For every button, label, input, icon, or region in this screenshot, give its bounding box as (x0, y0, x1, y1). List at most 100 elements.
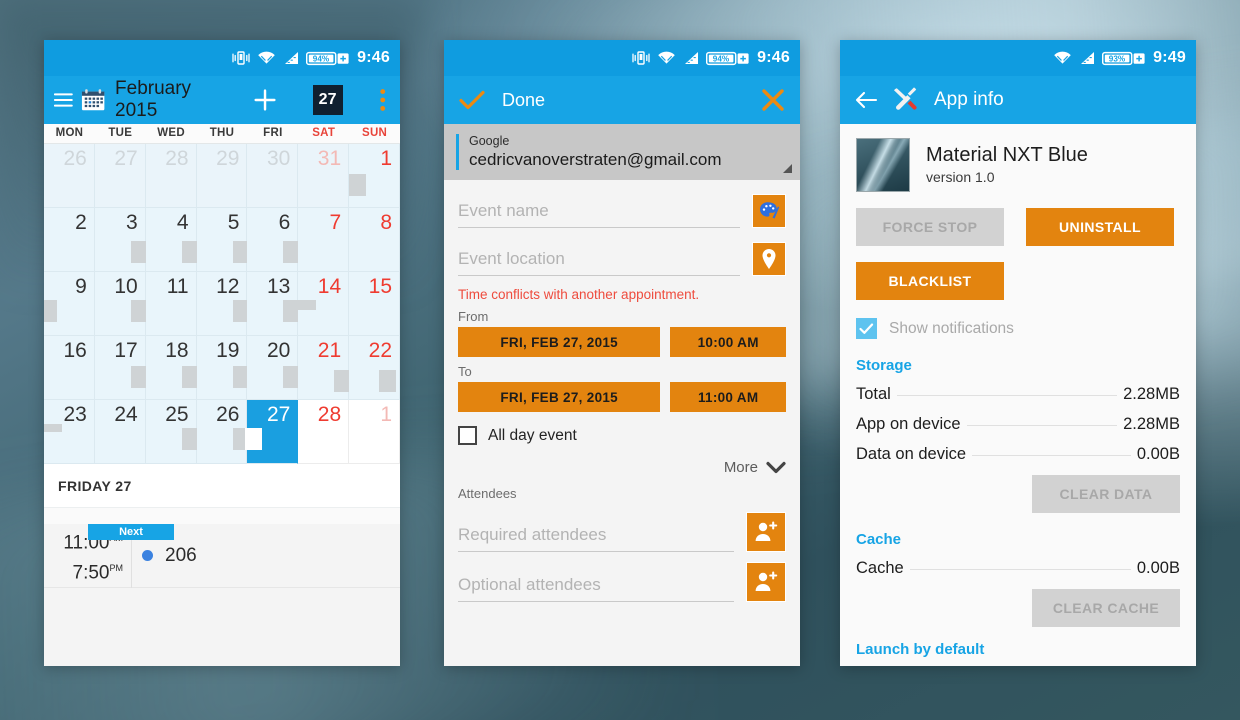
calendar-week-row: 23 24 25 26 27 28 1 (44, 400, 400, 464)
calendar-day-cell[interactable]: 1 (349, 400, 400, 464)
app-meta: Material NXT Blue version 1.0 (926, 143, 1088, 187)
calendar-day-number: 28 (317, 403, 342, 426)
calendar-day-cell[interactable]: 6 (247, 208, 301, 272)
calendar-day-cell[interactable]: 26 (44, 144, 95, 208)
calendar-day-cell[interactable]: 2 (44, 208, 95, 272)
add-required-attendee-button[interactable] (746, 512, 786, 552)
uninstall-button[interactable]: UNINSTALL (1026, 208, 1174, 246)
calendar-day-cell[interactable]: 11 (145, 272, 197, 336)
from-date-button[interactable]: FRI, FEB 27, 2015 (458, 327, 661, 357)
calendar-day-cell[interactable]: 25 (145, 400, 199, 464)
calendar-week-row: 9 10 11 12 13 14 15 (44, 272, 400, 336)
to-row: FRI, FEB 27, 2015 11:00 AM (458, 382, 786, 412)
calendar-day-cell[interactable]: 28 (298, 400, 350, 464)
calendar-day-number: 5 (227, 211, 240, 234)
status-clock: 9:46 (357, 49, 390, 66)
calendar-day-number: 21 (317, 339, 342, 362)
calendar-day-cell[interactable]: 18 (145, 336, 199, 400)
event-name-input[interactable]: Event name (458, 201, 740, 228)
to-date-button[interactable]: FRI, FEB 27, 2015 (458, 382, 661, 412)
calendar-day-number: 11 (166, 275, 189, 298)
weekday-sun: SUN (361, 127, 388, 139)
calendar-week-row: 26 27 28 29 30 31 1 (44, 144, 400, 208)
calendar-day-cell[interactable]: 26 (196, 400, 250, 464)
calendar-day-cell[interactable]: 16 (44, 336, 95, 400)
arrow-back-icon[interactable] (854, 90, 878, 110)
force-stop-button[interactable]: FORCE STOP (856, 208, 1004, 246)
weekday-header-row: MON TUE WED THU FRI SAT SUN (44, 124, 400, 144)
calendar-day-cell[interactable]: 7 (298, 208, 350, 272)
calendar-day-cell[interactable]: 22 (349, 336, 400, 400)
clear-data-button[interactable]: CLEAR DATA (1032, 475, 1180, 513)
calendar-day-number: 1 (380, 147, 393, 170)
calendar-day-cell[interactable]: 20 (247, 336, 301, 400)
calendar-day-cell[interactable]: 17 (94, 336, 148, 400)
account-selector[interactable]: Google cedricvanoverstraten@gmail.com (444, 124, 800, 180)
clear-cache-button[interactable]: CLEAR CACHE (1032, 589, 1180, 627)
calendar-day-cell[interactable]: 5 (196, 208, 250, 272)
blacklist-button[interactable]: BLACKLIST (856, 262, 1004, 300)
calendar-day-cell[interactable]: 14 (292, 272, 350, 336)
day-event-marker (44, 424, 62, 432)
calendar-day-cell[interactable]: 10 (94, 272, 148, 336)
cache-rows: Cache 0.00B (856, 548, 1180, 578)
today-badge[interactable]: 27 (312, 85, 343, 115)
calendar-day-cell[interactable]: 28 (145, 144, 197, 208)
info-row-rule (909, 569, 1131, 570)
color-palette-button[interactable] (752, 194, 786, 228)
from-time-button[interactable]: 10:00 AM (670, 327, 786, 357)
app-info-body: Material NXT Blue version 1.0 FORCE STOP… (840, 124, 1196, 666)
all-day-checkbox[interactable] (458, 426, 477, 445)
calendar-day-number: 26 (216, 403, 240, 426)
signal-icon (285, 52, 299, 64)
required-attendees-input[interactable]: Required attendees (458, 525, 734, 552)
optional-attendees-input[interactable]: Optional attendees (458, 575, 734, 602)
calendar-day-number: 26 (63, 147, 87, 170)
calendar-day-cell[interactable]: 12 (196, 272, 250, 336)
status-bar: 93% 9:49 (840, 40, 1196, 76)
hamburger-icon[interactable] (54, 92, 73, 108)
calendar-day-cell[interactable]: 30 (247, 144, 299, 208)
calendar-day-cell[interactable]: 27 (94, 144, 146, 208)
calendar-day-cell[interactable]: 21 (298, 336, 352, 400)
calendar-icon[interactable] (81, 88, 105, 112)
chevron-down-icon (766, 461, 786, 474)
calendar-day-cell[interactable]: 4 (145, 208, 199, 272)
battery-percent-label: 94% (713, 54, 730, 63)
calendar-day-cell[interactable]: 27 (245, 400, 299, 464)
calendar-week-row: 16 17 18 19 20 21 22 (44, 336, 400, 400)
calendar-month-grid[interactable]: 26 27 28 29 30 31 1 2 3 4 5 6 7 8 9 10 11 12 13 14 15 16 17 18 1… (44, 144, 400, 464)
plus-icon[interactable] (251, 85, 279, 115)
calendar-day-cell[interactable]: 19 (196, 336, 250, 400)
overflow-menu-icon[interactable] (379, 86, 386, 114)
calendar-day-cell[interactable]: 29 (196, 144, 248, 208)
calendar-day-cell[interactable]: 8 (349, 208, 400, 272)
calendar-day-cell[interactable]: 3 (94, 208, 148, 272)
calendar-day-cell[interactable]: 15 (349, 272, 400, 336)
launch-by-default-header[interactable]: Launch by default (856, 627, 1180, 658)
checkbox-checked-icon[interactable] (856, 318, 877, 339)
phone-calendar: 94% 9:46 February 2015 27 MON TUE WED THU FR… (44, 40, 400, 666)
add-optional-attendee-button[interactable] (746, 562, 786, 602)
calendar-day-number: 6 (278, 211, 291, 234)
event-location-row: Event location (458, 228, 786, 276)
calendar-day-cell[interactable]: 23 (44, 400, 95, 464)
more-toggle[interactable]: More (458, 445, 786, 476)
done-button-label[interactable]: Done (502, 90, 545, 111)
dropdown-caret-icon[interactable] (783, 164, 792, 173)
to-time-button[interactable]: 11:00 AM (670, 382, 786, 412)
calendar-day-number: 27 (266, 403, 291, 426)
all-day-row[interactable]: All day event (458, 412, 786, 445)
calendar-day-cell[interactable]: 31 (298, 144, 350, 208)
event-location-input[interactable]: Event location (458, 249, 740, 276)
calendar-day-cell[interactable]: 24 (94, 400, 146, 464)
phone-event-editor: 94% 9:46 Done Google cedricvanoverstrate… (444, 40, 800, 666)
calendar-day-cell[interactable]: 9 (44, 272, 95, 336)
show-notifications-row[interactable]: Show notifications (856, 300, 1180, 339)
map-pin-button[interactable] (752, 242, 786, 276)
info-row: App on device 2.28MB (856, 404, 1180, 434)
close-icon[interactable] (760, 87, 786, 113)
check-icon[interactable] (458, 88, 486, 112)
calendar-day-cell[interactable]: 1 (349, 144, 400, 208)
calendar-day-cell[interactable]: 13 (247, 272, 301, 336)
